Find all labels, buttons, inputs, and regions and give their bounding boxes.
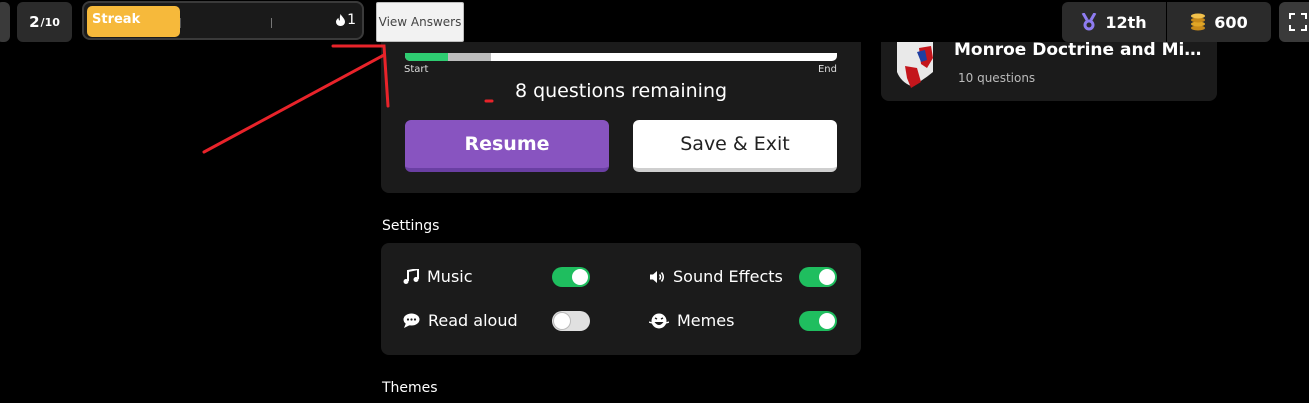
themes-heading: Themes [382,380,438,396]
streak-count: 1 [336,12,356,28]
setting-read-aloud: Read aloud [403,311,518,330]
flame-icon [336,14,346,26]
read-aloud-label: Read aloud [428,311,518,330]
save-exit-label: Save & Exit [680,133,790,155]
rank-label: 12th [1105,12,1147,32]
questions-remaining: 8 questions remaining [514,80,728,102]
coin-stack-icon [1191,13,1206,31]
streak-label: Streak [92,12,141,27]
fullscreen-button[interactable] [1279,2,1309,42]
streak-tick [180,18,181,28]
sound-effects-label: Sound Effects [673,267,783,286]
streak-count-value: 1 [347,12,356,28]
medal-icon [1082,13,1097,31]
memes-label: Memes [677,311,735,330]
progress-total: /10 [40,15,60,29]
memes-toggle[interactable] [799,311,837,331]
save-exit-button[interactable]: Save & Exit [633,120,837,172]
streak-bar: Streak 1 [82,1,364,40]
setting-sound-effects: Sound Effects [649,267,783,286]
music-note-icon [403,268,419,284]
setting-memes: Memes [649,311,734,330]
sound-effects-toggle[interactable] [799,267,837,287]
setting-music: Music [403,267,473,286]
music-label: Music [427,267,473,286]
question-progress-chip: 2/10 [17,2,72,42]
quiz-progress-fill [405,53,448,61]
view-answers-label: View Answers [378,15,462,29]
quiz-info-card[interactable]: Monroe Doctrine and Misso... 10 question… [881,42,1217,101]
quiz-progress-seen [448,53,491,61]
view-answers-button[interactable]: View Answers [376,2,464,42]
resume-label: Resume [464,133,550,155]
settings-card: Music Sound Effects Read aloud Memes [381,243,861,355]
speech-bubble-icon [403,313,420,328]
back-button[interactable] [0,2,10,42]
laughing-face-icon [649,313,669,328]
coins-label: 600 [1214,12,1248,32]
read-aloud-toggle[interactable] [552,311,590,331]
fullscreen-icon [1289,13,1307,31]
start-label: Start [404,64,429,75]
streak-tick [271,18,272,28]
progress-current: 2 [29,13,40,31]
quiz-title: Monroe Doctrine and Misso... [954,42,1204,60]
end-label: End [817,64,837,75]
quiz-progress-card: Start End 8 questions remaining Resume S… [381,42,861,193]
quiz-thumbnail [897,42,933,88]
settings-heading: Settings [382,218,440,234]
speaker-icon [650,270,664,283]
quiz-question-count: 10 questions [958,71,1036,85]
coins-chip[interactable]: 600 [1167,2,1271,42]
rank-chip[interactable]: 12th [1062,2,1166,42]
resume-button[interactable]: Resume [405,120,609,172]
music-toggle[interactable] [552,267,590,287]
quiz-progress-bar [405,53,837,61]
